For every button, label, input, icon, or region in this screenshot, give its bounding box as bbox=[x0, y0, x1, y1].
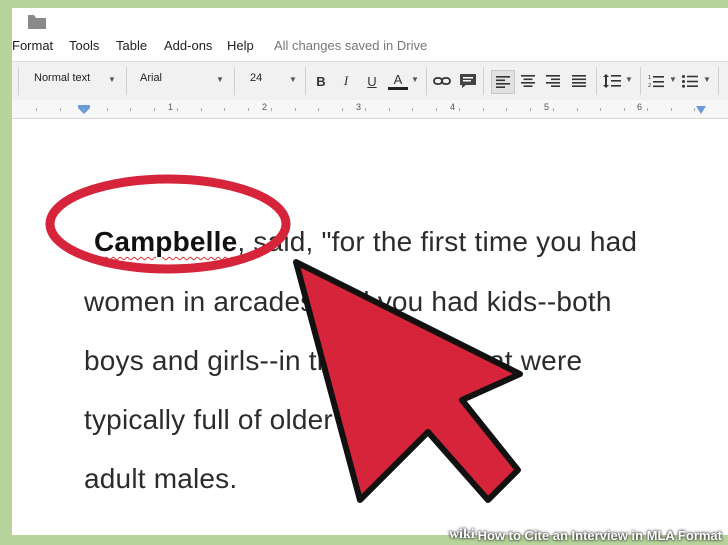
ruler-number: 4 bbox=[450, 102, 456, 112]
ruler-tick bbox=[483, 108, 484, 111]
ruler-tick bbox=[130, 108, 131, 111]
ruler-number: 3 bbox=[356, 102, 362, 112]
app-window: Format Tools Table Add-ons Help All chan… bbox=[12, 8, 728, 535]
document-line-1: Campbelle, said, "for the first time you… bbox=[94, 226, 637, 258]
italic-button[interactable]: I bbox=[336, 71, 356, 91]
menu-addons[interactable]: Add-ons bbox=[164, 38, 212, 53]
chevron-down-icon: ▼ bbox=[216, 75, 224, 84]
paragraph-style-select[interactable]: Normal text bbox=[34, 72, 90, 84]
toolbar-divider bbox=[718, 67, 719, 95]
right-indent-marker-icon[interactable] bbox=[696, 106, 706, 115]
menu-format[interactable]: Format bbox=[12, 38, 53, 53]
ruler-tick bbox=[83, 108, 84, 111]
chevron-down-icon: ▼ bbox=[411, 75, 419, 84]
ruler-tick bbox=[389, 108, 390, 111]
interviewee-name: Campbelle bbox=[94, 226, 238, 257]
wikihow-banner: wiki How to Cite an Interview in MLA For… bbox=[408, 525, 728, 545]
ruler-tick bbox=[530, 108, 531, 111]
folder-icon[interactable] bbox=[28, 15, 46, 29]
toolbar-divider bbox=[596, 67, 597, 95]
chevron-down-icon: ▼ bbox=[289, 75, 297, 84]
menu-table[interactable]: Table bbox=[116, 38, 147, 53]
underline-button[interactable]: U bbox=[362, 71, 382, 91]
indent-marker-icon[interactable] bbox=[78, 105, 90, 115]
align-center-icon[interactable] bbox=[518, 71, 538, 91]
toolbar-divider bbox=[426, 67, 427, 95]
document-body[interactable]: Campbelle, said, "for the first time you… bbox=[12, 119, 728, 535]
ruler-tick bbox=[436, 108, 437, 111]
align-justify-icon[interactable] bbox=[569, 71, 589, 91]
font-family-select[interactable]: Arial bbox=[140, 72, 162, 84]
ruler-tick bbox=[107, 108, 108, 111]
document-line-2: women in arcades and you had kids--both bbox=[84, 286, 612, 317]
toolbar-divider bbox=[305, 67, 306, 95]
ruler-tick bbox=[647, 108, 648, 111]
align-right-icon[interactable] bbox=[543, 71, 563, 91]
ruler[interactable]: 1 2 3 4 5 6 bbox=[12, 100, 728, 119]
line-spacing-icon[interactable] bbox=[602, 71, 622, 91]
bulleted-list-icon[interactable] bbox=[680, 71, 700, 91]
svg-text:2: 2 bbox=[648, 83, 651, 88]
ruler-tick bbox=[201, 108, 202, 111]
ruler-tick bbox=[318, 108, 319, 111]
menu-help[interactable]: Help bbox=[227, 38, 254, 53]
ruler-tick bbox=[177, 108, 178, 111]
ruler-tick bbox=[36, 108, 37, 111]
chevron-down-icon: ▼ bbox=[669, 75, 677, 84]
ruler-tick bbox=[154, 108, 155, 111]
ruler-tick bbox=[60, 108, 61, 111]
ruler-tick bbox=[365, 108, 366, 111]
ruler-tick bbox=[577, 108, 578, 111]
ruler-number: 1 bbox=[168, 102, 174, 112]
toolbar-divider bbox=[640, 67, 641, 95]
toolbar-divider bbox=[126, 67, 127, 95]
banner-title: How to Cite an Interview in MLA Format bbox=[477, 527, 722, 543]
align-left-icon[interactable] bbox=[491, 70, 515, 94]
toolbar-divider bbox=[234, 67, 235, 95]
svg-text:1: 1 bbox=[648, 75, 651, 81]
save-status: All changes saved in Drive bbox=[274, 38, 428, 53]
link-icon[interactable] bbox=[432, 71, 452, 91]
font-size-select[interactable]: 24 bbox=[250, 72, 262, 84]
document-line-4: typically full of older teens and bbox=[84, 404, 466, 435]
ruler-tick bbox=[248, 108, 249, 111]
ruler-number: 6 bbox=[637, 102, 643, 112]
document-line-5: adult males. bbox=[84, 463, 238, 494]
chevron-down-icon: ▼ bbox=[625, 75, 633, 84]
chevron-down-icon: ▼ bbox=[703, 75, 711, 84]
ruler-tick bbox=[624, 108, 625, 111]
ruler-tick bbox=[459, 108, 460, 111]
title-strip bbox=[12, 8, 728, 36]
ruler-tick bbox=[295, 108, 296, 111]
ruler-number: 2 bbox=[262, 102, 268, 112]
ruler-tick bbox=[506, 108, 507, 111]
document-line-3: boys and girls--in the arcades that were bbox=[84, 345, 583, 376]
menu-tools[interactable]: Tools bbox=[69, 38, 99, 53]
ruler-tick bbox=[224, 108, 225, 111]
ruler-tick bbox=[671, 108, 672, 111]
document-line-1-rest: , said, "for the first time you had bbox=[237, 226, 638, 257]
ruler-tick bbox=[694, 108, 695, 111]
numbered-list-icon[interactable]: 12 bbox=[646, 71, 666, 91]
bold-button[interactable]: B bbox=[311, 71, 331, 91]
ruler-tick bbox=[553, 108, 554, 111]
wikihow-logo: wiki bbox=[448, 527, 475, 542]
toolbar-divider bbox=[483, 67, 484, 95]
menu-bar: Format Tools Table Add-ons Help All chan… bbox=[12, 37, 728, 55]
ruler-number: 5 bbox=[544, 102, 550, 112]
chevron-down-icon: ▼ bbox=[108, 75, 116, 84]
ruler-tick bbox=[412, 108, 413, 111]
text-color-button[interactable]: A bbox=[388, 71, 408, 90]
toolbar: Normal text ▼ Arial ▼ 24 ▼ B I U A ▼ ▼ 1… bbox=[12, 61, 728, 101]
toolbar-divider bbox=[18, 67, 19, 95]
comment-icon[interactable] bbox=[458, 71, 478, 91]
ruler-tick bbox=[342, 108, 343, 111]
ruler-tick bbox=[271, 108, 272, 111]
ruler-tick bbox=[600, 108, 601, 111]
